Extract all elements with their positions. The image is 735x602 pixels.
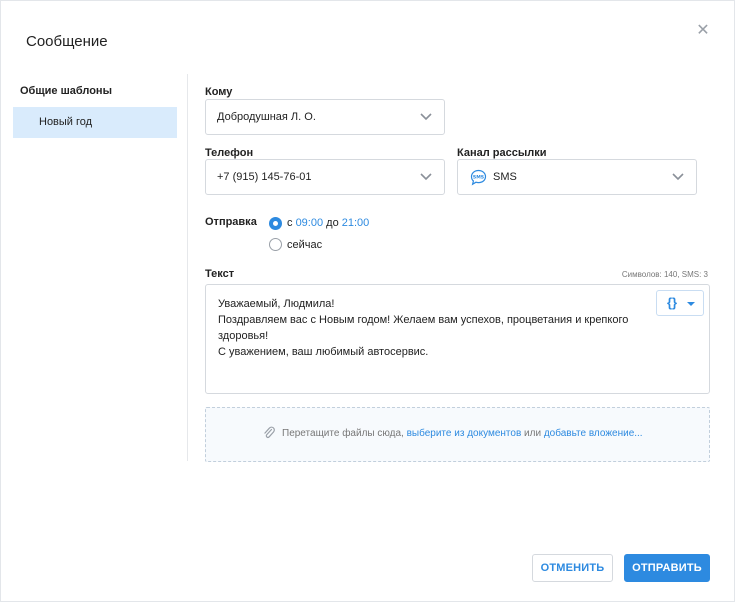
sidebar-divider — [187, 74, 188, 461]
phone-select[interactable]: +7 (915) 145-76-01 — [205, 159, 445, 195]
message-line: здоровья! — [218, 330, 269, 342]
message-line: Уважаемый, Людмила! — [218, 298, 335, 310]
channel-select[interactable]: SMS SMS — [457, 159, 697, 195]
cancel-button[interactable]: ОТМЕНИТЬ — [532, 554, 613, 582]
channel-label: Канал рассылки — [457, 147, 547, 159]
insert-variable-button[interactable]: {} — [656, 290, 704, 316]
send-now-label: сейчас — [287, 239, 323, 251]
send-window-text: с 09:00 до 21:00 — [287, 217, 370, 229]
message-textarea[interactable]: Уважаемый, Людмила! Поздравляем вас с Но… — [205, 284, 710, 394]
send-time-label: Отправка — [205, 216, 257, 228]
braces-icon: {} — [667, 295, 678, 310]
svg-text:SMS: SMS — [473, 175, 484, 181]
time-from-link[interactable]: 09:00 — [296, 217, 324, 229]
caret-down-icon — [687, 302, 695, 306]
sms-icon: SMS — [470, 169, 487, 186]
message-line: С уважением, ваш любимый автосервис. — [218, 346, 429, 358]
chevron-down-icon — [420, 113, 432, 121]
close-icon[interactable]: ✕ — [695, 23, 711, 39]
to-label: Кому — [205, 86, 233, 98]
add-attachment-link[interactable]: добавьте вложение... — [544, 428, 643, 439]
chevron-down-icon — [420, 173, 432, 181]
template-item-new-year[interactable]: Новый год — [13, 107, 177, 138]
attachment-dropzone[interactable]: Перетащите файлы сюда, выберите из докум… — [205, 407, 710, 462]
text-label: Текст — [205, 268, 235, 280]
char-counter: Символов: 140, SMS: 3 — [621, 270, 708, 279]
choose-from-documents-link[interactable]: выберите из документов — [407, 428, 522, 439]
templates-group-title: Общие шаблоны — [20, 85, 112, 97]
recipient-value: Добродушная Л. О. — [217, 111, 316, 123]
paperclip-icon — [264, 426, 275, 438]
recipient-select[interactable]: Добродушная Л. О. — [205, 99, 445, 135]
phone-label: Телефон — [205, 147, 254, 159]
channel-value: SMS — [493, 171, 517, 183]
radio-send-window[interactable] — [269, 217, 282, 230]
phone-value: +7 (915) 145-76-01 — [217, 171, 312, 183]
send-button[interactable]: ОТПРАВИТЬ — [624, 554, 710, 582]
dialog-title: Сообщение — [26, 33, 108, 50]
message-line: Поздравляем вас с Новым годом! Желаем ва… — [218, 314, 629, 326]
chevron-down-icon — [672, 173, 684, 181]
time-to-link[interactable]: 21:00 — [342, 217, 370, 229]
message-dialog: Сообщение ✕ Общие шаблоны Новый год Кому… — [0, 0, 735, 602]
dropzone-text: Перетащите файлы сюда, выберите из докум… — [282, 428, 643, 439]
radio-send-now[interactable] — [269, 238, 282, 251]
